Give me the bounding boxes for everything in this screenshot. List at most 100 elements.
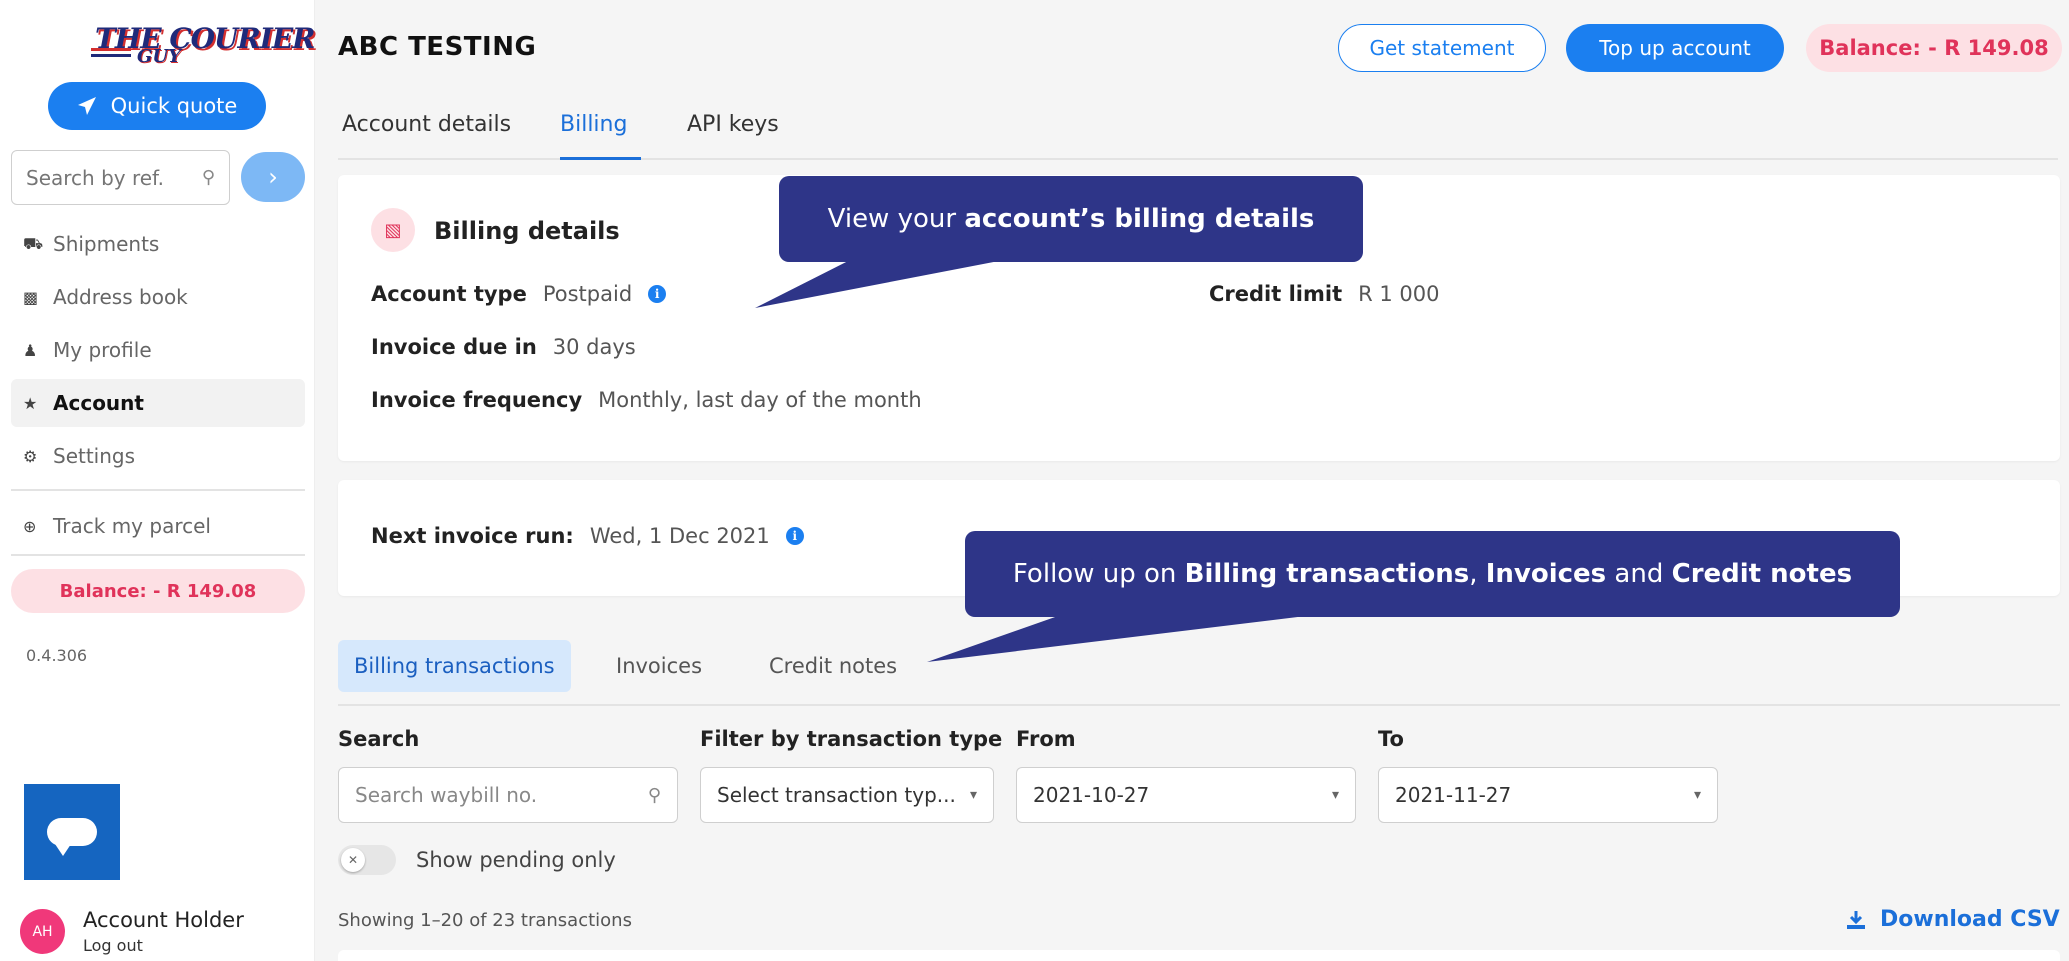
sidebar-item-label: Account — [53, 391, 144, 415]
invoice-due-row: Invoice due in 30 days — [371, 335, 636, 359]
tooltip-billing-tabs: Follow up on Billing transactions, Invoi… — [965, 531, 1900, 617]
invoice-icon: ▧ — [371, 208, 415, 252]
sidebar-item-label: Shipments — [53, 232, 160, 256]
caret-down-icon: ▾ — [1693, 787, 1701, 803]
waybill-search-input[interactable]: Search waybill no. ⚲ — [338, 767, 678, 823]
top-up-account-button[interactable]: Top up account — [1566, 24, 1784, 72]
user-name: Account Holder — [83, 908, 244, 932]
from-label: From — [1016, 727, 1076, 751]
app-version: 0.4.306 — [26, 646, 88, 665]
invoice-frequency-value: Monthly, last day of the month — [598, 388, 922, 412]
tab-credit-notes[interactable]: Credit notes — [753, 640, 913, 692]
waybill-search-placeholder: Search waybill no. — [355, 783, 538, 807]
courier-guy-logo[interactable]: THE COURIER GUY — [91, 18, 315, 67]
pending-only-toggle[interactable]: ✕ — [338, 845, 396, 875]
caret-down-icon: ▾ — [1331, 787, 1339, 803]
page-title: ABC TESTING — [338, 32, 537, 62]
from-date-select[interactable]: 2021-10-27 ▾ — [1016, 767, 1356, 823]
invoice-due-value: 30 days — [552, 335, 636, 359]
download-csv-button[interactable]: Download CSV — [1846, 907, 2060, 932]
next-invoice-value: Wed, 1 Dec 2021 — [589, 524, 770, 548]
invoice-frequency-row: Invoice frequency Monthly, last day of t… — [371, 388, 922, 412]
logo-text-bottom: GUY — [137, 46, 181, 67]
ref-search-field[interactable]: ⚲ — [11, 150, 230, 205]
tab-billing[interactable]: Billing — [560, 112, 641, 160]
gear-icon: ⚙ — [23, 446, 38, 466]
tooltip-text: View your account’s billing details — [827, 204, 1315, 234]
search-go-button[interactable]: › — [241, 152, 305, 202]
sidebar-item-address-book[interactable]: ▩ Address book — [11, 273, 305, 321]
search-icon: ⚲ — [201, 167, 215, 188]
sidebar-item-account[interactable]: ★ Account — [11, 379, 305, 427]
chat-widget-button[interactable] — [24, 784, 120, 880]
sidebar-item-my-profile[interactable]: ♟ My profile — [11, 326, 305, 374]
sidebar-divider — [11, 554, 305, 556]
transaction-type-select[interactable]: Select transaction typ... ▾ — [700, 767, 994, 823]
from-date-value: 2021-10-27 — [1033, 783, 1150, 807]
logout-link[interactable]: Log out — [83, 936, 244, 955]
invoice-frequency-label: Invoice frequency — [371, 388, 583, 412]
account-type-row: Account type Postpaid i — [371, 282, 667, 306]
crosshair-icon: ⊕ — [23, 516, 37, 536]
account-type-value: Postpaid — [542, 282, 633, 306]
next-invoice-label: Next invoice run: — [371, 524, 574, 548]
tab-invoices[interactable]: Invoices — [600, 640, 718, 692]
quick-quote-button[interactable]: Quick quote — [48, 82, 266, 130]
download-icon — [1847, 910, 1865, 929]
to-date-value: 2021-11-27 — [1395, 783, 1512, 807]
tooltip-billing-details: View your account’s billing details — [779, 176, 1363, 262]
paper-plane-icon — [77, 97, 96, 115]
sidebar-item-track-parcel[interactable]: ⊕ Track my parcel — [11, 502, 305, 550]
download-csv-label: Download CSV — [1880, 907, 2060, 932]
info-icon[interactable]: i — [785, 527, 804, 545]
credit-limit-label: Credit limit — [1209, 282, 1343, 306]
chat-bubble-icon — [47, 818, 97, 856]
chevron-right-icon: › — [268, 163, 278, 191]
pending-only-label: Show pending only — [416, 848, 616, 872]
sidebar: THE COURIER GUY Quick quote ⚲ › ⛟ Shipme… — [0, 0, 315, 961]
billing-details-title: Billing details — [434, 217, 620, 245]
info-icon[interactable]: i — [648, 285, 667, 303]
account-tabs: Account details Billing API keys — [338, 100, 2058, 160]
address-book-icon: ▩ — [23, 287, 39, 307]
search-label: Search — [338, 727, 420, 751]
sidebar-item-label: Address book — [53, 285, 188, 309]
logo-text-top: THE COURIER — [95, 22, 315, 55]
transactions-table — [338, 950, 2060, 961]
tooltip-text: Follow up on Billing transactions, Invoi… — [1012, 559, 1853, 589]
to-label: To — [1378, 727, 1404, 751]
caret-down-icon: ▾ — [969, 787, 977, 803]
quick-quote-label: Quick quote — [110, 94, 238, 118]
user-panel: AH Account Holder Log out — [20, 908, 244, 955]
tab-billing-transactions[interactable]: Billing transactions — [338, 640, 571, 692]
transaction-type-placeholder: Select transaction typ... — [717, 783, 956, 807]
callout-pointer — [755, 255, 1030, 308]
invoice-due-label: Invoice due in — [371, 335, 537, 359]
ref-search-input[interactable] — [26, 165, 186, 190]
next-invoice-row: Next invoice run: Wed, 1 Dec 2021 i — [371, 524, 804, 548]
credit-limit-value: R 1 000 — [1358, 282, 1440, 306]
avatar[interactable]: AH — [20, 909, 65, 954]
get-statement-button[interactable]: Get statement — [1338, 24, 1546, 72]
sidebar-item-label: Track my parcel — [53, 514, 211, 538]
account-type-label: Account type — [371, 282, 527, 306]
sidebar-item-settings[interactable]: ⚙ Settings — [11, 432, 305, 480]
user-icon: ♟ — [23, 340, 38, 360]
tab-api-keys[interactable]: API keys — [687, 112, 779, 160]
sidebar-item-shipments[interactable]: ⛟ Shipments — [11, 220, 305, 268]
sidebar-item-label: My profile — [53, 338, 152, 362]
truck-icon: ⛟ — [23, 233, 44, 253]
results-count: Showing 1–20 of 23 transactions — [338, 910, 632, 931]
close-icon: ✕ — [341, 848, 365, 872]
sidebar-divider — [11, 489, 305, 491]
star-icon: ★ — [23, 393, 38, 413]
search-icon: ⚲ — [647, 784, 661, 806]
tab-account-details[interactable]: Account details — [342, 112, 511, 160]
callout-pointer — [927, 610, 1355, 662]
credit-limit-row: Credit limit R 1 000 — [1209, 282, 1440, 306]
sidebar-item-label: Settings — [53, 444, 136, 468]
transaction-type-label: Filter by transaction type — [700, 727, 1003, 751]
balance-badge: Balance: - R 149.08 — [1806, 24, 2062, 72]
to-date-select[interactable]: 2021-11-27 ▾ — [1378, 767, 1718, 823]
sidebar-balance-badge[interactable]: Balance: - R 149.08 — [11, 569, 305, 613]
